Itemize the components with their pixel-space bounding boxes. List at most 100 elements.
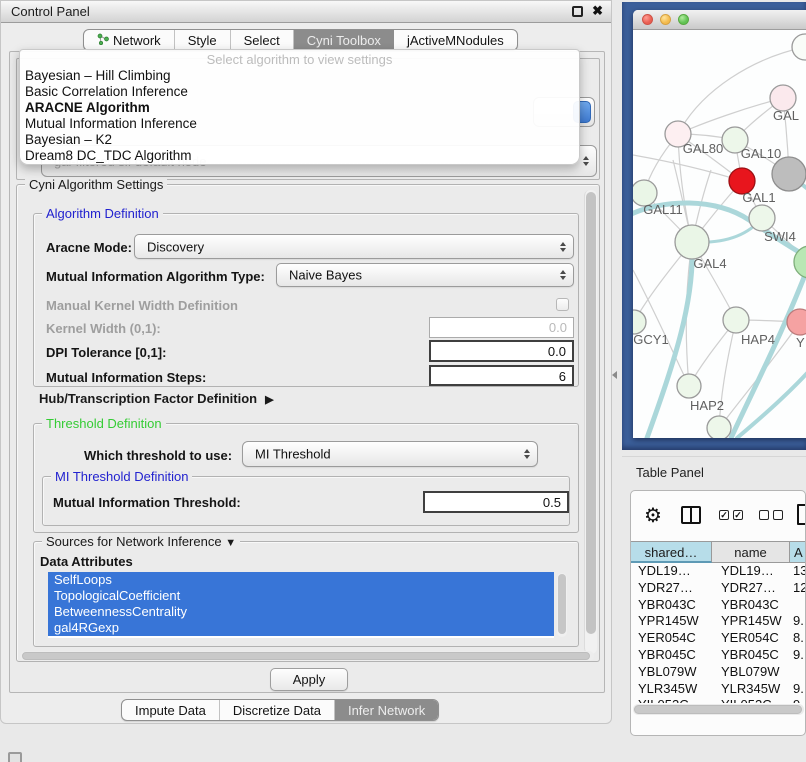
table-body: YDL19…YDL19…13YDR27…YDR27…12YBR043CYBR04… [631, 563, 806, 703]
hub-definition-toggle[interactable]: Hub/Transcription Factor Definition ▶ [39, 391, 274, 406]
zoom-traffic-light-icon[interactable] [678, 14, 689, 25]
data-attribute-item[interactable]: BetweennessCentrality [48, 604, 554, 620]
column-header-partial[interactable]: A [790, 541, 806, 563]
table-row[interactable]: YLR345WYLR345W9. [631, 681, 806, 698]
minimize-traffic-light-icon[interactable] [660, 14, 671, 25]
hub-definition-label: Hub/Transcription Factor Definition [39, 391, 257, 406]
network-node-swi4[interactable] [749, 205, 775, 231]
table-hscrollbar-thumb[interactable] [634, 705, 802, 714]
table-cell: YBR045C [631, 647, 712, 664]
chevron-down-icon[interactable]: ▼ [225, 537, 236, 549]
table-cell: YER054C [712, 630, 790, 647]
table-cell: 9. [790, 647, 806, 664]
algorithm-option[interactable]: Bayesian – K2 [23, 132, 573, 148]
tab-cyni-toolbox[interactable]: Cyni Toolbox [294, 30, 394, 50]
table-cell: 9. [790, 681, 806, 698]
manual-kernel-label: Manual Kernel Width Definition [46, 298, 238, 313]
node-label: SWI4 [764, 229, 796, 244]
table-cell: YDR27… [712, 580, 790, 597]
checked-checkbox-icon[interactable]: ✓ [719, 510, 729, 520]
table-row[interactable]: YER054CYER054C8. [631, 630, 806, 647]
dpi-tolerance-field[interactable]: 0.0 [429, 340, 574, 362]
splitter-collapse-icon[interactable] [612, 371, 617, 379]
table-cell: YBR043C [631, 597, 712, 614]
list-scrollbar-thumb[interactable] [558, 574, 566, 634]
tab-impute-data[interactable]: Impute Data [122, 700, 220, 720]
mi-steps-field[interactable]: 6 [429, 365, 574, 386]
table-row[interactable]: YBL079WYBL079W [631, 664, 806, 681]
table-row[interactable]: YBR043CYBR043C [631, 597, 806, 614]
settings-scrollbar[interactable] [584, 190, 597, 654]
algorithm-option[interactable]: ARACNE Algorithm [23, 100, 573, 116]
network-canvas[interactable]: GALGAL80GAL10GAL1GAL11SWI4GAL4GCY1YHAP4H… [633, 30, 806, 438]
table-row[interactable]: YPR145WYPR145W9. [631, 613, 806, 630]
table-row[interactable]: YIL052CYIL052C9 [631, 697, 806, 703]
node-label: HAP4 [741, 332, 775, 347]
tab-select[interactable]: Select [231, 30, 294, 50]
data-attribute-item[interactable]: gal4RGexp [48, 620, 554, 636]
table-cell: 8. [790, 630, 806, 647]
tab-infer-network[interactable]: Infer Network [335, 700, 438, 720]
mi-type-combobox[interactable]: Naive Bayes [276, 263, 574, 287]
which-threshold-label: Which threshold to use: [84, 448, 232, 463]
settings-scrollbar-thumb[interactable] [586, 192, 596, 634]
tab-discretize-data[interactable]: Discretize Data [220, 700, 335, 720]
unchecked-checkbox-icon[interactable] [773, 510, 783, 520]
node-label: GAL [773, 108, 799, 123]
network-node[interactable] [707, 416, 731, 438]
which-threshold-combobox[interactable]: MI Threshold [242, 441, 538, 467]
table-hscrollbar[interactable] [633, 704, 804, 715]
table-cell: YBL079W [712, 664, 790, 681]
sources-group-title: Sources for Network Inference ▼ [42, 534, 240, 549]
apply-button[interactable]: Apply [270, 668, 348, 691]
mi-threshold-label: Mutual Information Threshold: [53, 495, 241, 510]
column-header-name[interactable]: name [712, 541, 790, 563]
kernel-width-field[interactable]: 0.0 [429, 317, 574, 338]
table-row[interactable]: YDR27…YDR27…12 [631, 580, 806, 597]
network-node-gal4[interactable] [675, 225, 709, 259]
algorithm-option[interactable]: Bayesian – Hill Climbing [23, 68, 573, 84]
algorithm-option[interactable]: Dream8 DC_TDC Algorithm [23, 148, 573, 164]
corner-widget-icon[interactable] [8, 752, 22, 762]
unchecked-checkbox-icon[interactable] [759, 510, 769, 520]
float-window-icon[interactable] [572, 6, 583, 17]
chevron-right-icon[interactable]: ▶ [265, 394, 273, 406]
document-icon[interactable] [797, 504, 806, 525]
manual-kernel-checkbox[interactable] [556, 298, 569, 311]
data-attributes-list[interactable]: SelfLoopsTopologicalCoefficientBetweenne… [48, 572, 554, 638]
aracne-mode-combobox[interactable]: Discovery [134, 234, 574, 259]
settings-hscrollbar[interactable] [20, 651, 594, 661]
network-node-hap4[interactable] [723, 307, 749, 333]
network-window[interactable]: GALGAL80GAL10GAL1GAL11SWI4GAL4GCY1YHAP4H… [633, 10, 806, 438]
table-row[interactable]: YBR045CYBR045C9. [631, 647, 806, 664]
algorithm-option[interactable]: Basic Correlation Inference [23, 84, 573, 100]
close-icon[interactable]: ✖ [592, 3, 603, 19]
network-node-hap2[interactable] [677, 374, 701, 398]
network-icon [97, 30, 109, 51]
node-label: GAL10 [741, 146, 781, 161]
network-node[interactable] [772, 157, 806, 191]
table-cell: YBR045C [712, 647, 790, 664]
tab-jactivemnodules[interactable]: jActiveMNodules [394, 30, 517, 50]
node-label: GAL80 [683, 141, 723, 156]
checked-checkbox-icon[interactable]: ✓ [733, 510, 743, 520]
data-attribute-item[interactable]: SelfLoops [48, 572, 554, 588]
list-scrollbar[interactable] [557, 573, 567, 637]
data-attribute-item[interactable]: TopologicalCoefficient [48, 588, 554, 604]
gear-icon[interactable]: ⚙ [644, 503, 662, 528]
tab-network[interactable]: Network [84, 30, 175, 50]
table-cell: 9 [790, 697, 806, 703]
algorithm-option[interactable]: Mutual Information Inference [23, 116, 573, 132]
network-node-gcy1[interactable] [633, 310, 646, 334]
close-traffic-light-icon[interactable] [642, 14, 653, 25]
table-row[interactable]: YDL19…YDL19…13 [631, 563, 806, 580]
column-header-shared-name[interactable]: shared… [631, 541, 712, 563]
mi-threshold-field[interactable]: 0.5 [423, 491, 569, 513]
network-node[interactable] [792, 34, 806, 60]
network-node-y[interactable] [787, 309, 806, 335]
tab-style[interactable]: Style [175, 30, 231, 50]
settings-group-title: Cyni Algorithm Settings [25, 177, 167, 192]
split-panel-icon[interactable] [681, 506, 701, 524]
settings-hscrollbar-thumb[interactable] [22, 652, 590, 660]
tab-label: Style [188, 30, 217, 51]
